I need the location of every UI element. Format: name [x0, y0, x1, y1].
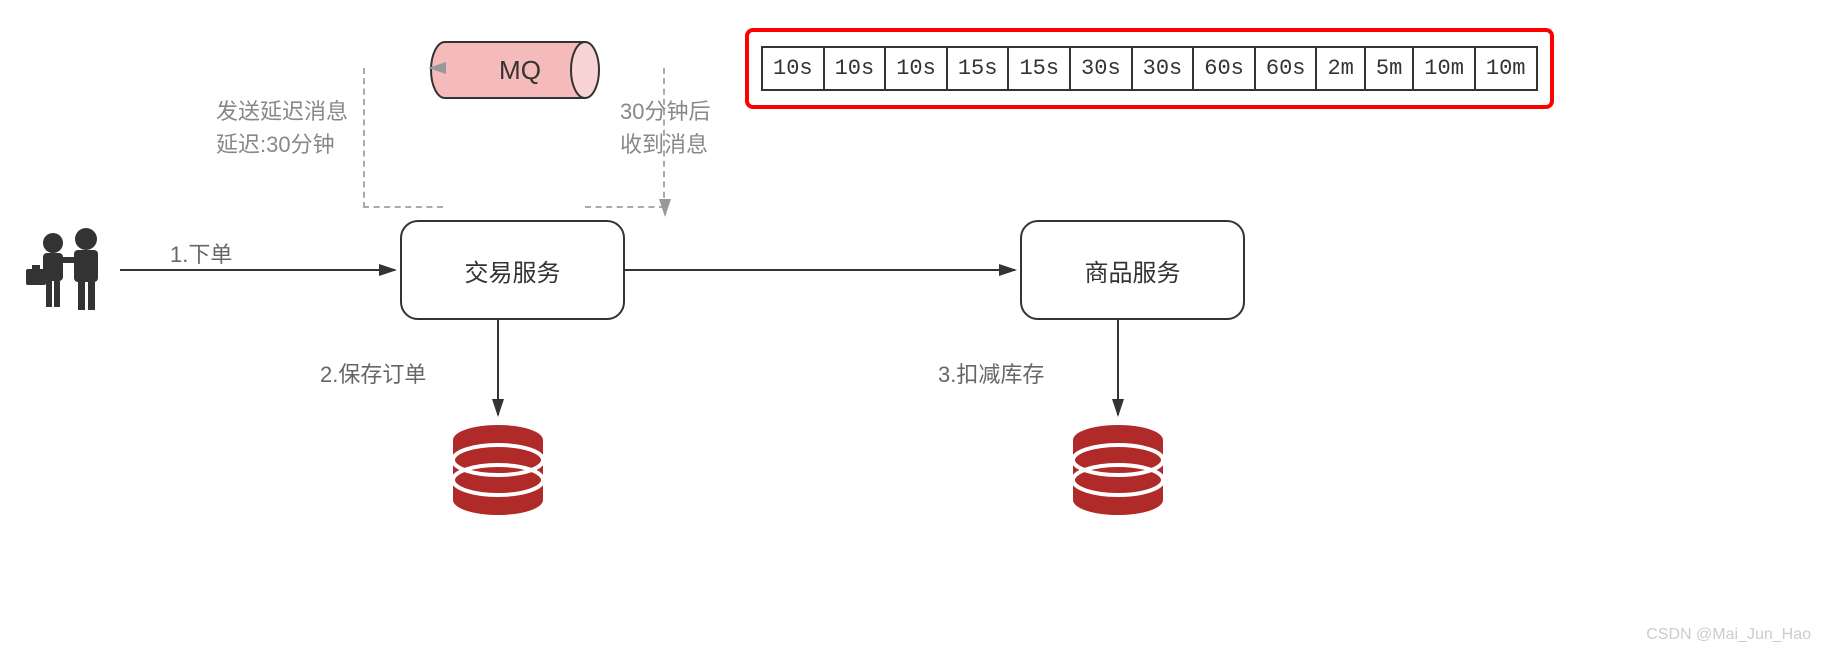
- delay-cell: 10m: [1474, 46, 1538, 91]
- delay-cell: 30s: [1131, 46, 1195, 91]
- delay-cell: 5m: [1364, 46, 1414, 91]
- trade-label: 交易服务: [465, 253, 561, 288]
- watermark: CSDN @Mai_Jun_Hao: [1646, 626, 1811, 644]
- mq-label: MQ: [430, 40, 600, 100]
- delay-cell: 10s: [761, 46, 825, 91]
- users-icon: [18, 225, 118, 331]
- receive-label: 30分钟后 收到消息: [620, 95, 710, 161]
- send-line1: 发送延迟消息: [216, 99, 348, 124]
- product-service-node: 商品服务: [1020, 220, 1245, 320]
- receive-line2: 收到消息: [620, 132, 708, 157]
- product-label: 商品服务: [1085, 253, 1181, 288]
- delay-cell: 60s: [1192, 46, 1256, 91]
- send-line2: 延迟:30分钟: [216, 132, 335, 157]
- receive-line1: 30分钟后: [620, 99, 710, 124]
- product-db-icon: [1068, 420, 1168, 520]
- delay-cell: 60s: [1254, 46, 1318, 91]
- delay-cell: 10s: [884, 46, 948, 91]
- delay-cell: 15s: [946, 46, 1010, 91]
- delay-cell: 10s: [823, 46, 887, 91]
- step3-label: 3.扣减库存: [938, 358, 1044, 391]
- delay-cell: 30s: [1069, 46, 1133, 91]
- delay-table: 10s 10s 10s 15s 15s 30s 30s 60s 60s 2m 5…: [745, 28, 1554, 109]
- step1-label: 1.下单: [170, 238, 232, 271]
- trade-service-node: 交易服务: [400, 220, 625, 320]
- send-label: 发送延迟消息 延迟:30分钟: [216, 95, 348, 161]
- step2-label: 2.保存订单: [320, 358, 426, 391]
- delay-cell: 2m: [1315, 46, 1365, 91]
- delay-cell: 10m: [1412, 46, 1476, 91]
- delay-cell: 15s: [1007, 46, 1071, 91]
- trade-db-icon: [448, 420, 548, 520]
- mq-node: MQ: [430, 40, 600, 100]
